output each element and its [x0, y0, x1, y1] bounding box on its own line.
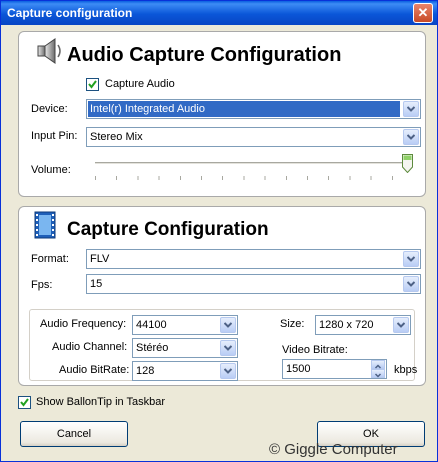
video-bitrate-increment[interactable]: [371, 360, 385, 369]
chevron-down-icon: [374, 373, 382, 378]
audio-frequency-value: 44100: [136, 319, 167, 331]
audio-heading: Audio Capture Configuration: [67, 44, 342, 66]
video-bitrate-decrement[interactable]: [371, 369, 385, 378]
title-bar[interactable]: Capture configuration ✕: [1, 1, 437, 25]
checkmark-icon: [20, 398, 29, 407]
chevron-down-icon: [407, 134, 415, 140]
chevron-down-icon: [407, 256, 415, 262]
volume-label: Volume:: [31, 164, 71, 176]
close-button[interactable]: ✕: [413, 3, 433, 23]
cancel-button[interactable]: Cancel: [20, 421, 128, 447]
balloon-tip-label: Show BallonTip in Taskbar: [36, 396, 166, 408]
fps-dropdown[interactable]: 15: [86, 274, 421, 294]
device-value: Intel(r) Integrated Audio: [88, 101, 400, 117]
format-dropdown[interactable]: FLV: [86, 249, 421, 269]
capture-panel: Capture Configuration Format: FLV Fps: 1…: [18, 206, 426, 386]
chevron-down-icon: [224, 345, 232, 351]
chevron-down-icon: [397, 322, 405, 328]
video-bitrate-unit: kbps: [394, 364, 418, 376]
size-dropdown-button[interactable]: [393, 317, 409, 333]
capture-audio-label: Capture Audio: [105, 78, 175, 90]
film-strip-icon: [33, 211, 57, 242]
input-pin-value: Stereo Mix: [90, 131, 143, 143]
format-dropdown-button[interactable]: [403, 251, 419, 267]
volume-slider[interactable]: [95, 154, 413, 184]
audio-bitrate-value: 128: [136, 365, 155, 377]
chevron-down-icon: [407, 106, 415, 112]
format-label: Format:: [31, 253, 69, 265]
audio-capture-panel: Audio Capture Configuration Capture Audi…: [18, 31, 426, 197]
device-dropdown-button[interactable]: [403, 101, 419, 117]
checkmark-icon: [88, 80, 97, 89]
audio-bitrate-dropdown[interactable]: 128: [132, 361, 238, 381]
chevron-down-icon: [224, 322, 232, 328]
volume-track: [95, 162, 413, 165]
size-label: Size:: [280, 318, 305, 330]
audio-frequency-dropdown-button[interactable]: [220, 317, 236, 333]
audio-channel-label: Audio Channel:: [52, 341, 128, 353]
video-bitrate-spinner[interactable]: 1500: [282, 359, 387, 379]
video-bitrate-value: 1500: [286, 363, 311, 375]
audio-channel-value: Stéréo: [136, 342, 169, 354]
video-bitrate-label: Video Bitrate:: [282, 344, 348, 356]
watermark: © Giggle Computer: [269, 441, 398, 458]
close-icon: ✕: [417, 5, 429, 20]
advanced-settings-group: Audio Frequency: 44100 Audio Channel: St…: [29, 309, 418, 381]
balloon-tip-checkbox[interactable]: [18, 396, 31, 409]
chevron-down-icon: [407, 281, 415, 287]
input-pin-dropdown-button[interactable]: [403, 129, 419, 145]
input-pin-dropdown[interactable]: Stereo Mix: [86, 127, 421, 147]
format-value: FLV: [90, 253, 110, 265]
device-label: Device:: [31, 103, 68, 115]
capture-audio-checkbox[interactable]: [86, 78, 99, 91]
size-dropdown[interactable]: 1280 x 720: [315, 315, 411, 335]
fps-dropdown-button[interactable]: [403, 276, 419, 292]
size-value: 1280 x 720: [319, 319, 374, 331]
audio-channel-dropdown[interactable]: Stéréo: [132, 338, 238, 358]
audio-frequency-label: Audio Frequency:: [40, 318, 127, 330]
device-dropdown[interactable]: Intel(r) Integrated Audio: [86, 99, 421, 119]
audio-channel-dropdown-button[interactable]: [220, 340, 236, 356]
volume-thumb[interactable]: [402, 154, 413, 174]
speaker-icon: [35, 36, 65, 69]
input-pin-label: Input Pin:: [31, 130, 78, 142]
fps-label: Fps:: [31, 279, 53, 291]
capture-heading: Capture Configuration: [67, 219, 269, 240]
volume-ticks: [95, 176, 413, 180]
chevron-down-icon: [224, 368, 232, 374]
audio-frequency-dropdown[interactable]: 44100: [132, 315, 238, 335]
capture-configuration-window: Capture configuration ✕ Audio Capture Co…: [0, 0, 438, 462]
fps-value: 15: [90, 278, 103, 290]
audio-bitrate-label: Audio BitRate:: [59, 364, 130, 376]
audio-bitrate-dropdown-button[interactable]: [220, 363, 236, 379]
window-title: Capture configuration: [7, 6, 133, 20]
